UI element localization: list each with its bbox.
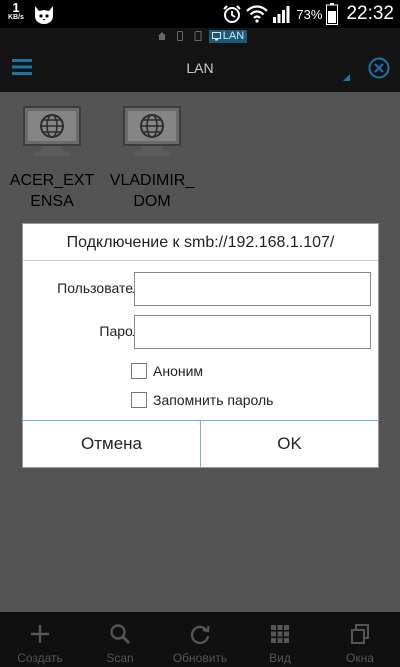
password-input[interactable] [134,315,371,349]
plus-icon [31,625,49,643]
lan-monitor-icon [211,31,221,40]
network-speed-unit: KB/s [8,14,24,21]
network-speed-value: 1 [12,0,20,15]
refresh-icon [190,625,210,645]
grid-icon [271,625,289,643]
clock: 22:32 [346,3,394,24]
host-name: VLADIMIR_DOM [109,172,195,210]
search-icon [110,624,131,645]
status-left: 1 KB/s [8,1,56,27]
page-title[interactable]: LAN [0,60,400,76]
windows-icon [351,624,369,644]
smb-login-dialog: Подключение к smb://192.168.1.107/ Польз… [22,223,379,468]
battery-percent: 73% [296,6,323,22]
host-name: ACER_EXTENSA [9,172,95,210]
dialog-title: Подключение к smb://192.168.1.107/ [23,224,378,261]
remember-password-label: Запомнить пароль [153,392,274,408]
host-item[interactable]: VLADIMIR_DOM [107,106,197,212]
wifi-icon [246,5,269,23]
toolbar-create-button[interactable]: Создать [0,612,80,667]
action-bar: LAN [0,44,400,92]
status-bar: 1 KB/s 73% 22:32 [0,0,400,28]
toolbar-scan-button[interactable]: Scan [80,612,160,667]
battery-icon [326,3,339,25]
network-speed: 1 KB/s [8,1,24,21]
home-icon[interactable] [157,31,167,41]
anonymous-checkbox-row[interactable]: Аноним [131,361,203,381]
computer-icon [23,106,81,156]
toolbar-view-label: Вид [269,651,291,665]
cat-notification-icon [34,6,53,24]
alarm-icon [223,5,242,23]
cancel-button[interactable]: Отмена [23,421,200,467]
phone-icon[interactable] [175,31,185,41]
anonymous-checkbox[interactable] [131,363,147,379]
remember-password-checkbox[interactable] [131,392,147,408]
toolbar-refresh-button[interactable]: Обновить [160,612,240,667]
toolbar-create-label: Создать [17,651,63,665]
toolbar-scan-label: Scan [106,651,134,665]
toolbar-windows-button[interactable]: Окна [320,612,400,667]
sdcard-icon[interactable] [193,31,203,41]
status-right: 73% 22:32 [218,2,394,26]
path-bar: LAN [0,28,400,44]
dialog-buttons: Отмена OK [23,420,378,467]
bottom-toolbar: Создать Scan Обновить Вид Окна [0,612,400,667]
close-icon[interactable] [368,57,390,79]
password-row: Пароль [23,315,380,349]
ok-button[interactable]: OK [201,421,378,467]
dropdown-triangle-icon[interactable] [343,74,350,81]
host-item[interactable]: ACER_EXTENSA [7,106,97,212]
toolbar-windows-label: Окна [346,651,374,665]
username-row: Пользователь [23,272,380,306]
toolbar-refresh-label: Обновить [172,651,228,665]
breadcrumb-lan-label: LAN [222,30,245,42]
toolbar-view-button[interactable]: Вид [240,612,320,667]
anonymous-label: Аноним [153,363,204,379]
remember-password-checkbox-row[interactable]: Запомнить пароль [131,390,273,410]
username-input[interactable] [134,272,371,306]
computer-icon [123,106,181,156]
breadcrumb-lan[interactable]: LAN [208,29,248,43]
signal-icon [273,6,290,23]
